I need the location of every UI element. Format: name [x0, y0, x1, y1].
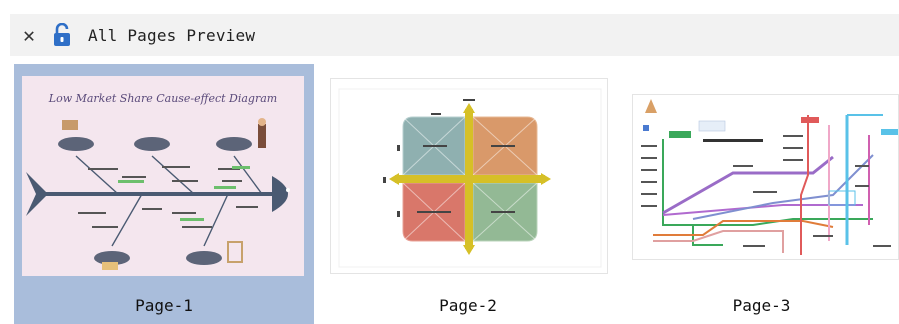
page-label-1: Page-1 [135, 296, 193, 315]
page-label-3: Page-3 [732, 296, 791, 315]
preview-title-bar: ✕ All Pages Preview [10, 14, 899, 56]
page-label-2: Page-2 [439, 296, 497, 315]
page-thumbnail-3[interactable]: Page-3 [624, 64, 899, 324]
preview-title: Low Market Share Cause-effect Diagram [48, 92, 277, 105]
page-thumbnail-1[interactable]: Low Market Share Cause-effect Diagram Pa… [14, 64, 314, 324]
quadrant-diagram-image [338, 88, 602, 268]
close-icon: ✕ [22, 23, 36, 47]
lock-toggle[interactable] [50, 14, 74, 56]
window-title: All Pages Preview [88, 25, 256, 45]
page-1-preview: Low Market Share Cause-effect Diagram [22, 76, 304, 276]
page-thumbnail-2[interactable]: Page-2 [320, 64, 616, 324]
close-button[interactable]: ✕ [14, 14, 44, 56]
cause-effect-diagram-image: Low Market Share Cause-effect Diagram [26, 92, 290, 270]
lock-open-icon [54, 23, 70, 46]
page-2-preview [330, 78, 608, 274]
page-3-preview [632, 94, 899, 260]
metro-map-image [633, 95, 898, 259]
